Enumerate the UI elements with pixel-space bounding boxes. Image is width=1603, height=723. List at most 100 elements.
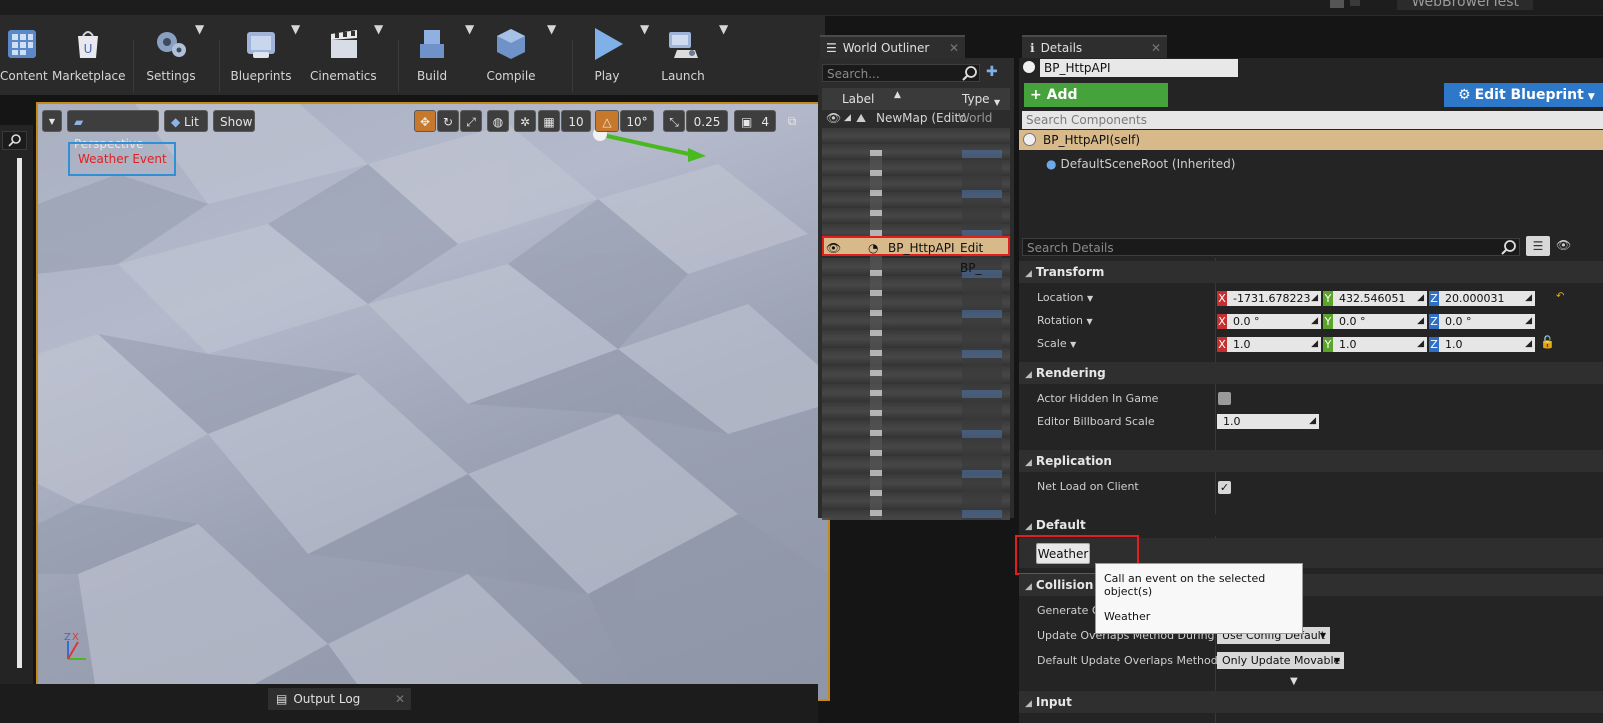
outliner-row-map[interactable]: 👁 ◢ ⛰ NewMap (Edito World: [822, 108, 1010, 128]
visibility-options-icon[interactable]: 👁: [1556, 238, 1571, 252]
outliner-row-bp-httpapi[interactable]: 👁 ◔ BP_HttpAPI Edit BP_: [822, 236, 1010, 275]
toolbar-build-label: Build: [416, 69, 448, 83]
checkmark-icon: ✓: [1219, 481, 1230, 494]
transform-category[interactable]: ◢ Transform: [1019, 261, 1603, 283]
input-category[interactable]: ◢ Input: [1019, 691, 1603, 713]
tab-world-outliner[interactable]: ☰ World Outliner ✕: [820, 35, 965, 59]
play-dropdown-arrow-icon[interactable]: ▼: [640, 22, 649, 94]
surface-snap-button[interactable]: ✲: [514, 110, 536, 132]
build-dropdown-arrow-icon[interactable]: ▼: [465, 22, 474, 94]
location-z-field[interactable]: 20.000031 ◢: [1439, 291, 1535, 306]
launch-dropdown-arrow-icon[interactable]: ▼: [719, 22, 728, 94]
rendering-category[interactable]: ◢ Rendering: [1019, 362, 1603, 384]
camera-speed-button[interactable]: ▣ 4: [734, 110, 776, 132]
maximize-viewport-button[interactable]: ⧉: [784, 110, 800, 132]
close-icon[interactable]: ✕: [949, 37, 959, 59]
perspective-button[interactable]: ▰ Perspective: [67, 110, 159, 151]
default-update-combo[interactable]: Only Update Movable ▼: [1217, 652, 1344, 669]
component-self-row[interactable]: BP_HttpAPI(self): [1019, 130, 1603, 150]
level-viewport[interactable]: X Z ▼ ▰ Perspective ◆ Lit Show ✥ ↻ ⤢ ◍ ✲…: [36, 102, 830, 701]
list-icon: ☰: [1532, 239, 1544, 253]
toolbar-play-button[interactable]: Play: [585, 22, 629, 94]
scale-snap-toggle[interactable]: ⤡: [663, 110, 685, 132]
expand-arrow-icon[interactable]: ◢: [844, 108, 851, 128]
selected-row-type[interactable]: Edit BP_: [960, 238, 1008, 278]
rotation-label[interactable]: Rotation ▼: [1037, 309, 1093, 333]
scale-mode-button[interactable]: ⤢: [460, 110, 482, 132]
lit-button[interactable]: ◆ Lit: [164, 110, 208, 132]
translate-mode-button[interactable]: ✥: [414, 110, 436, 132]
edit-blueprint-button[interactable]: ⚙ Edit Blueprint ▼: [1444, 83, 1603, 107]
location-y-field[interactable]: 432.546051 ◢: [1333, 291, 1427, 306]
toolbar-blueprints-button[interactable]: Blueprints: [228, 22, 294, 94]
location-x-field[interactable]: -1731.678223 ◢: [1227, 291, 1321, 306]
default-category[interactable]: ◢ Default: [1019, 514, 1603, 536]
toolbar-marketplace-button[interactable]: U Marketplace: [52, 22, 126, 94]
search-details-input[interactable]: Search Details: [1022, 238, 1520, 256]
marketplace-icon: U: [78, 31, 98, 58]
rotate-mode-button[interactable]: ↻: [437, 110, 459, 132]
compile-dropdown-arrow-icon[interactable]: ▼: [547, 22, 556, 94]
toolbar-build-button[interactable]: Build: [408, 22, 456, 94]
weather-event-annotation: Weather Event: [68, 142, 176, 176]
scene-root-row[interactable]: ● DefaultSceneRoot (Inherited): [1046, 157, 1235, 171]
show-button[interactable]: Show: [213, 110, 255, 132]
rotation-snap-toggle[interactable]: △: [595, 110, 619, 132]
scale-snap-value[interactable]: 0.25: [686, 110, 728, 132]
tab-details[interactable]: ℹ Details ✕: [1022, 35, 1167, 59]
tooltip-item: Weather: [1104, 610, 1151, 623]
scale-label[interactable]: Scale ▼: [1037, 332, 1076, 356]
replication-category[interactable]: ◢ Replication: [1019, 450, 1603, 472]
actor-name-field[interactable]: BP_HttpAPI: [1040, 59, 1238, 77]
scale-y-field[interactable]: 1.0 ◢: [1333, 337, 1427, 352]
blueprint-gear-icon: ⚙: [1458, 87, 1471, 103]
advanced-expand-icon[interactable]: ▼: [1290, 676, 1298, 687]
actor-hidden-checkbox[interactable]: [1218, 392, 1231, 405]
toolbar-compile-button[interactable]: Compile: [484, 22, 538, 94]
scale-x-field[interactable]: 1.0 ◢: [1227, 337, 1321, 352]
left-scrollbar[interactable]: [17, 158, 22, 668]
lock-icon[interactable]: 🔓: [1540, 335, 1555, 349]
close-icon[interactable]: ✕: [395, 688, 405, 710]
grid-snap-value[interactable]: 10: [561, 110, 591, 132]
world-local-button[interactable]: ◍: [487, 110, 509, 132]
net-load-checkbox[interactable]: ✓: [1218, 481, 1231, 494]
project-title: WebBrowerTest: [1397, 0, 1533, 10]
visibility-eye-icon[interactable]: 👁: [826, 238, 841, 258]
label-column-header[interactable]: Label: [842, 88, 874, 110]
add-component-button[interactable]: + Add Component▼: [1024, 83, 1168, 127]
property-matrix-button[interactable]: ☰: [1526, 236, 1550, 256]
outliner-options-icon[interactable]: ✚: [986, 64, 998, 80]
left-search-button[interactable]: [2, 131, 27, 150]
rotation-snap-value[interactable]: 10°: [620, 110, 654, 132]
drag-arrow-icon: ◢: [1525, 293, 1532, 303]
toolbar-cinematics-button[interactable]: Cinematics: [310, 22, 377, 94]
settings-dropdown-arrow-icon[interactable]: ▼: [195, 22, 204, 94]
toolbar-launch-button[interactable]: Launch: [658, 22, 708, 94]
world-outliner-search-input[interactable]: Search...: [822, 64, 980, 82]
type-column-header[interactable]: Type: [962, 88, 990, 110]
blueprints-dropdown-arrow-icon[interactable]: ▼: [291, 22, 300, 94]
tab-output-log[interactable]: ▤ Output Log ✕: [268, 688, 411, 710]
axis-y-badge: Y: [1323, 314, 1333, 329]
cinematics-dropdown-arrow-icon[interactable]: ▼: [374, 22, 383, 94]
viewport-options-button[interactable]: ▼: [42, 110, 62, 132]
search-icon: [8, 134, 21, 147]
rotation-y-field[interactable]: 0.0 ° ◢: [1333, 314, 1427, 329]
floor-grid: X Z: [38, 104, 828, 699]
toolbar-settings-button[interactable]: Settings: [142, 22, 200, 94]
rotation-x-field[interactable]: 0.0 ° ◢: [1227, 314, 1321, 329]
visibility-eye-icon[interactable]: 👁: [826, 108, 841, 128]
close-icon[interactable]: ✕: [1151, 37, 1161, 59]
rotation-x-value: 0.0 °: [1233, 315, 1260, 328]
reset-to-default-icon[interactable]: ↶: [1556, 291, 1564, 302]
rotation-z-field[interactable]: 0.0 ° ◢: [1439, 314, 1535, 329]
search-components-input[interactable]: Search Components: [1022, 111, 1603, 129]
toolbar-content-button[interactable]: Content: [0, 22, 48, 94]
scale-snap-icon: ⤡: [669, 115, 679, 129]
billboard-scale-field[interactable]: 1.0 ◢: [1217, 414, 1319, 429]
scale-z-field[interactable]: 1.0 ◢: [1439, 337, 1535, 352]
chevron-down-icon: ▼: [1333, 656, 1340, 665]
location-label[interactable]: Location ▼: [1037, 286, 1093, 310]
grid-snap-toggle[interactable]: ▦: [538, 110, 560, 132]
